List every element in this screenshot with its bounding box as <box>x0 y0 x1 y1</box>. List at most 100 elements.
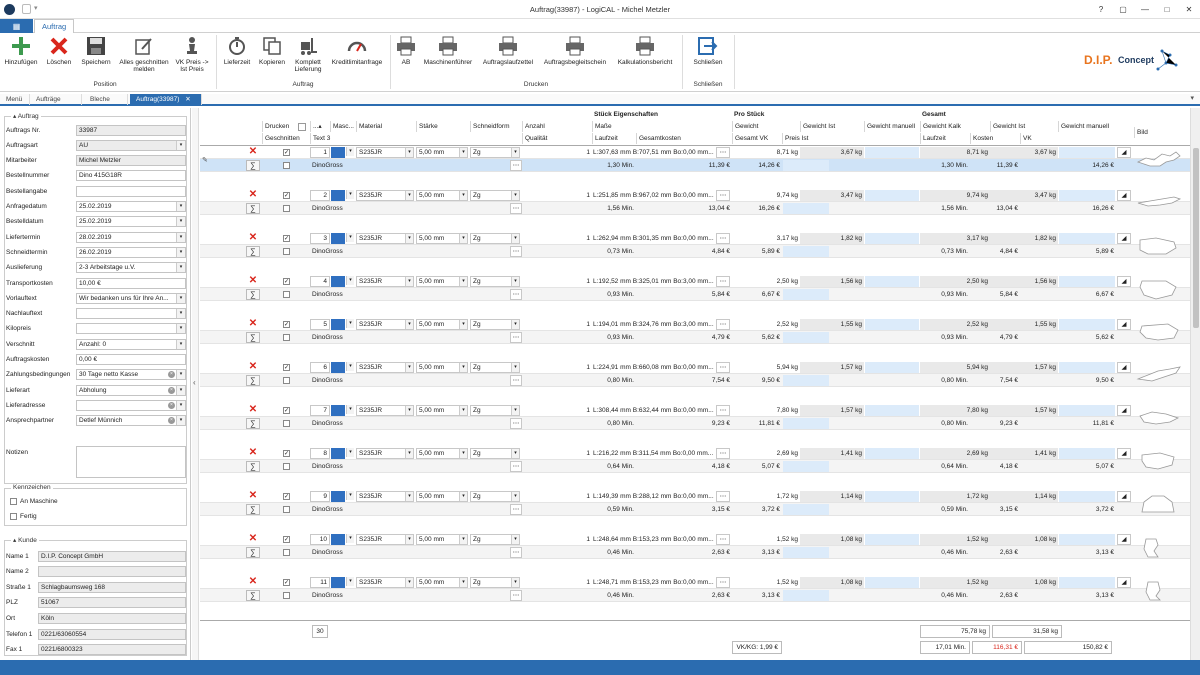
dropdown-icon[interactable]: ▾ <box>405 277 413 286</box>
thickness-select[interactable]: 5,00 mm ▾ <box>416 577 468 588</box>
quantity-value[interactable]: 1 <box>522 233 592 244</box>
price-ist-input[interactable] <box>783 332 829 343</box>
text3-value[interactable]: DinoGross <box>312 160 512 171</box>
col-laufzeit[interactable]: Laufzeit <box>592 133 636 144</box>
field-input[interactable]: Dino 415G18R <box>76 170 186 182</box>
clear-icon[interactable]: × <box>168 371 175 379</box>
machine-color-swatch[interactable] <box>331 276 345 287</box>
cut-checkbox[interactable] <box>283 377 290 384</box>
dropdown-icon[interactable]: ▾ <box>405 191 413 200</box>
dropdown-icon[interactable]: ▾ <box>176 263 185 273</box>
edit-drawing-icon[interactable]: ◢ <box>1117 190 1131 201</box>
position-number[interactable]: 11 <box>310 577 330 588</box>
table-row[interactable]: ✕ ✓ 2 ▾ S235JR ▾ 5,00 mm ▾ Zg ▾ 1 L:251,85 mm B:967… <box>200 189 1190 232</box>
total-weight-manual-input[interactable] <box>1059 362 1115 373</box>
weight-manual-input[interactable] <box>865 147 919 158</box>
dropdown-icon[interactable]: ▾ <box>511 363 519 372</box>
restore-icon[interactable]: ▢ <box>1112 0 1134 19</box>
dropdown-icon[interactable]: ▾ <box>405 449 413 458</box>
text3-value[interactable]: DinoGross <box>312 289 512 300</box>
table-row[interactable]: ✕ ✓ 11 ▾ S235JR ▾ 5,00 mm ▾ Zg ▾ 1 L:248,71 mm B:15… <box>200 576 1190 619</box>
dropdown-icon[interactable]: ▾ <box>459 492 467 501</box>
checkbox-fertig[interactable]: Fertig <box>10 513 37 520</box>
material-select[interactable]: S235JR ▾ <box>356 276 414 287</box>
sum-icon[interactable]: ∑ <box>246 203 260 214</box>
sum-icon[interactable]: ∑ <box>246 289 260 300</box>
cut-form-select[interactable]: Zg ▾ <box>470 448 520 459</box>
print-checkbox[interactable]: ✓ <box>283 450 290 457</box>
dropdown-icon[interactable]: ▾ <box>459 449 467 458</box>
doc-tab-close-icon[interactable]: ✕ <box>185 96 190 103</box>
field-input[interactable] <box>76 185 186 197</box>
clear-icon[interactable]: × <box>168 386 175 394</box>
thickness-select[interactable]: 5,00 mm ▾ <box>416 534 468 545</box>
field-input[interactable]: 30 Tage netto Kasse × ▾ <box>76 369 186 381</box>
price-ist-input[interactable] <box>783 246 829 257</box>
machine-color-swatch[interactable] <box>331 190 345 201</box>
dimensions-more-button[interactable]: ⋯ <box>716 190 730 201</box>
cut-form-select[interactable]: Zg ▾ <box>470 405 520 416</box>
dropdown-icon[interactable]: ▾ <box>176 324 185 334</box>
collapse-left-icon[interactable]: ‹ <box>193 378 196 387</box>
dimensions-more-button[interactable]: ⋯ <box>716 491 730 502</box>
dropdown-icon[interactable]: ▾ <box>511 535 519 544</box>
field-input[interactable]: Detlef Münnich × ▾ <box>76 415 186 427</box>
text3-value[interactable]: DinoGross <box>312 203 512 214</box>
col-sort[interactable]: ...▴ <box>310 121 330 132</box>
dropdown-icon[interactable]: ▾ <box>459 363 467 372</box>
quantity-value[interactable]: 1 <box>522 405 592 416</box>
app-menu-button[interactable]: ▦ <box>0 19 33 33</box>
dropdown-icon[interactable]: ▾ <box>176 140 185 150</box>
table-row[interactable]: ✕ ✓ 9 ▾ S235JR ▾ 5,00 mm ▾ Zg ▾ 1 L:149,39 mm B:288… <box>200 490 1190 533</box>
print-checkbox[interactable]: ✓ <box>283 407 290 414</box>
machine-dropdown-icon[interactable]: ▾ <box>346 491 354 500</box>
cut-checkbox[interactable] <box>283 205 290 212</box>
dropdown-icon[interactable]: ▾ <box>176 202 185 211</box>
machine-color-swatch[interactable] <box>331 448 345 459</box>
print-checkbox[interactable]: ✓ <box>283 192 290 199</box>
weight-manual-input[interactable] <box>865 319 919 330</box>
dropdown-icon[interactable]: ▾ <box>405 363 413 372</box>
dropdown-icon[interactable]: ▾ <box>511 320 519 329</box>
text3-more-button[interactable]: ⋯ <box>510 590 522 601</box>
thickness-select[interactable]: 5,00 mm ▾ <box>416 319 468 330</box>
quantity-value[interactable]: 1 <box>522 190 592 201</box>
position-number[interactable]: 2 <box>310 190 330 201</box>
dropdown-icon[interactable]: ▾ <box>511 191 519 200</box>
field-input[interactable]: 26.02.2019 ▾ <box>76 246 186 258</box>
delete-row-icon[interactable]: ✕ <box>244 534 262 545</box>
credit-limit-request-button[interactable]: Kreditlimitanfrage <box>328 35 386 66</box>
field-input[interactable]: AU ▾ <box>76 139 186 151</box>
quantity-value[interactable]: 1 <box>522 362 592 373</box>
dropdown-icon[interactable]: ▾ <box>511 449 519 458</box>
minimize-icon[interactable]: — <box>1134 0 1156 19</box>
col-kosten-gesamt[interactable]: Kosten <box>970 133 1020 144</box>
position-number[interactable]: 9 <box>310 491 330 502</box>
dropdown-icon[interactable]: ▾ <box>405 535 413 544</box>
machine-color-swatch[interactable] <box>331 319 345 330</box>
position-number[interactable]: 4 <box>310 276 330 287</box>
dropdown-icon[interactable]: ▾ <box>176 217 185 227</box>
col-preis-ist[interactable]: Preis Ist <box>782 133 864 144</box>
col-bild[interactable]: Bild <box>1134 127 1184 138</box>
dropdown-icon[interactable]: ▾ <box>176 309 185 319</box>
text3-more-button[interactable]: ⋯ <box>510 461 522 472</box>
material-select[interactable]: S235JR ▾ <box>356 233 414 244</box>
weight-manual-input[interactable] <box>865 577 919 588</box>
sum-icon[interactable]: ∑ <box>246 590 260 601</box>
dropdown-icon[interactable]: ▾ <box>176 247 185 257</box>
col-maschine[interactable]: Masc... <box>330 121 356 132</box>
delete-row-icon[interactable]: ✕ <box>244 233 262 244</box>
total-weight-manual-input[interactable] <box>1059 448 1115 459</box>
field-input[interactable]: 0,00 € <box>76 354 186 365</box>
sum-icon[interactable]: ∑ <box>246 504 260 515</box>
print-checkbox[interactable]: ✓ <box>283 536 290 543</box>
material-select[interactable]: S235JR ▾ <box>356 190 414 201</box>
save-button[interactable]: Speichern <box>78 35 114 66</box>
dropdown-icon[interactable]: ▾ <box>176 400 185 410</box>
print-checkbox[interactable]: ✓ <box>283 278 290 285</box>
price-ist-input[interactable] <box>783 203 829 214</box>
print-ab-button[interactable]: AB <box>394 35 418 66</box>
cut-checkbox[interactable] <box>283 549 290 556</box>
print-checkbox[interactable]: ✓ <box>283 235 290 242</box>
